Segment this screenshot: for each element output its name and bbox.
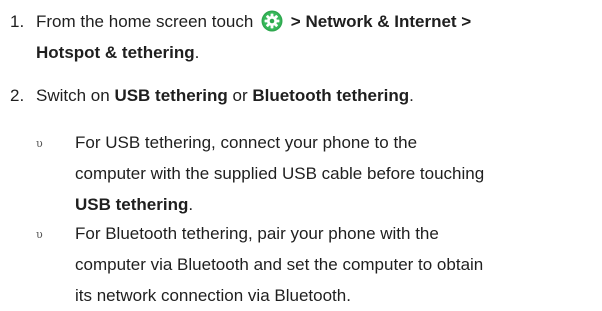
bullet-line: computer with the supplied USB cable bef… [75, 164, 485, 183]
bullet-line: For Bluetooth tethering, pair your phone… [75, 224, 439, 243]
usb-tethering-label: USB tethering [114, 86, 228, 105]
bullet-line: computer via Bluetooth and set the compu… [75, 255, 484, 274]
step-1: 1. From the home screen touch > Network … [10, 6, 471, 68]
bullet-marker: υ [36, 228, 43, 241]
usb-tethering-label: USB tethering [75, 195, 189, 214]
step-text-connector: or [227, 86, 253, 105]
bullet-usb-tethering: υ For USB tethering, connect your phone … [36, 127, 484, 220]
bullet-line: For USB tethering, connect your phone to… [75, 133, 418, 152]
step-text: Switch on [36, 86, 115, 105]
step-text: From the home screen touch [36, 12, 254, 31]
step-2: 2. Switch on USB tethering or Bluetooth t… [10, 80, 414, 111]
settings-path-continued: Hotspot & tethering [36, 43, 195, 62]
period: . [194, 43, 200, 62]
settings-path: > Network & Internet > [290, 12, 472, 31]
bullet-bluetooth-tethering: υ For Bluetooth tethering, pair your pho… [36, 218, 483, 311]
period: . [409, 86, 414, 105]
instructions-page: 1. From the home screen touch > Network … [0, 0, 602, 311]
period: . [188, 195, 194, 214]
step-number: 2. [10, 86, 25, 105]
bluetooth-tethering-label: Bluetooth tethering [252, 86, 410, 105]
step-number: 1. [10, 12, 25, 31]
bullet-marker: υ [36, 137, 43, 150]
settings-gear-icon [261, 10, 283, 32]
bullet-line: its network connection via Bluetooth. [75, 286, 351, 305]
